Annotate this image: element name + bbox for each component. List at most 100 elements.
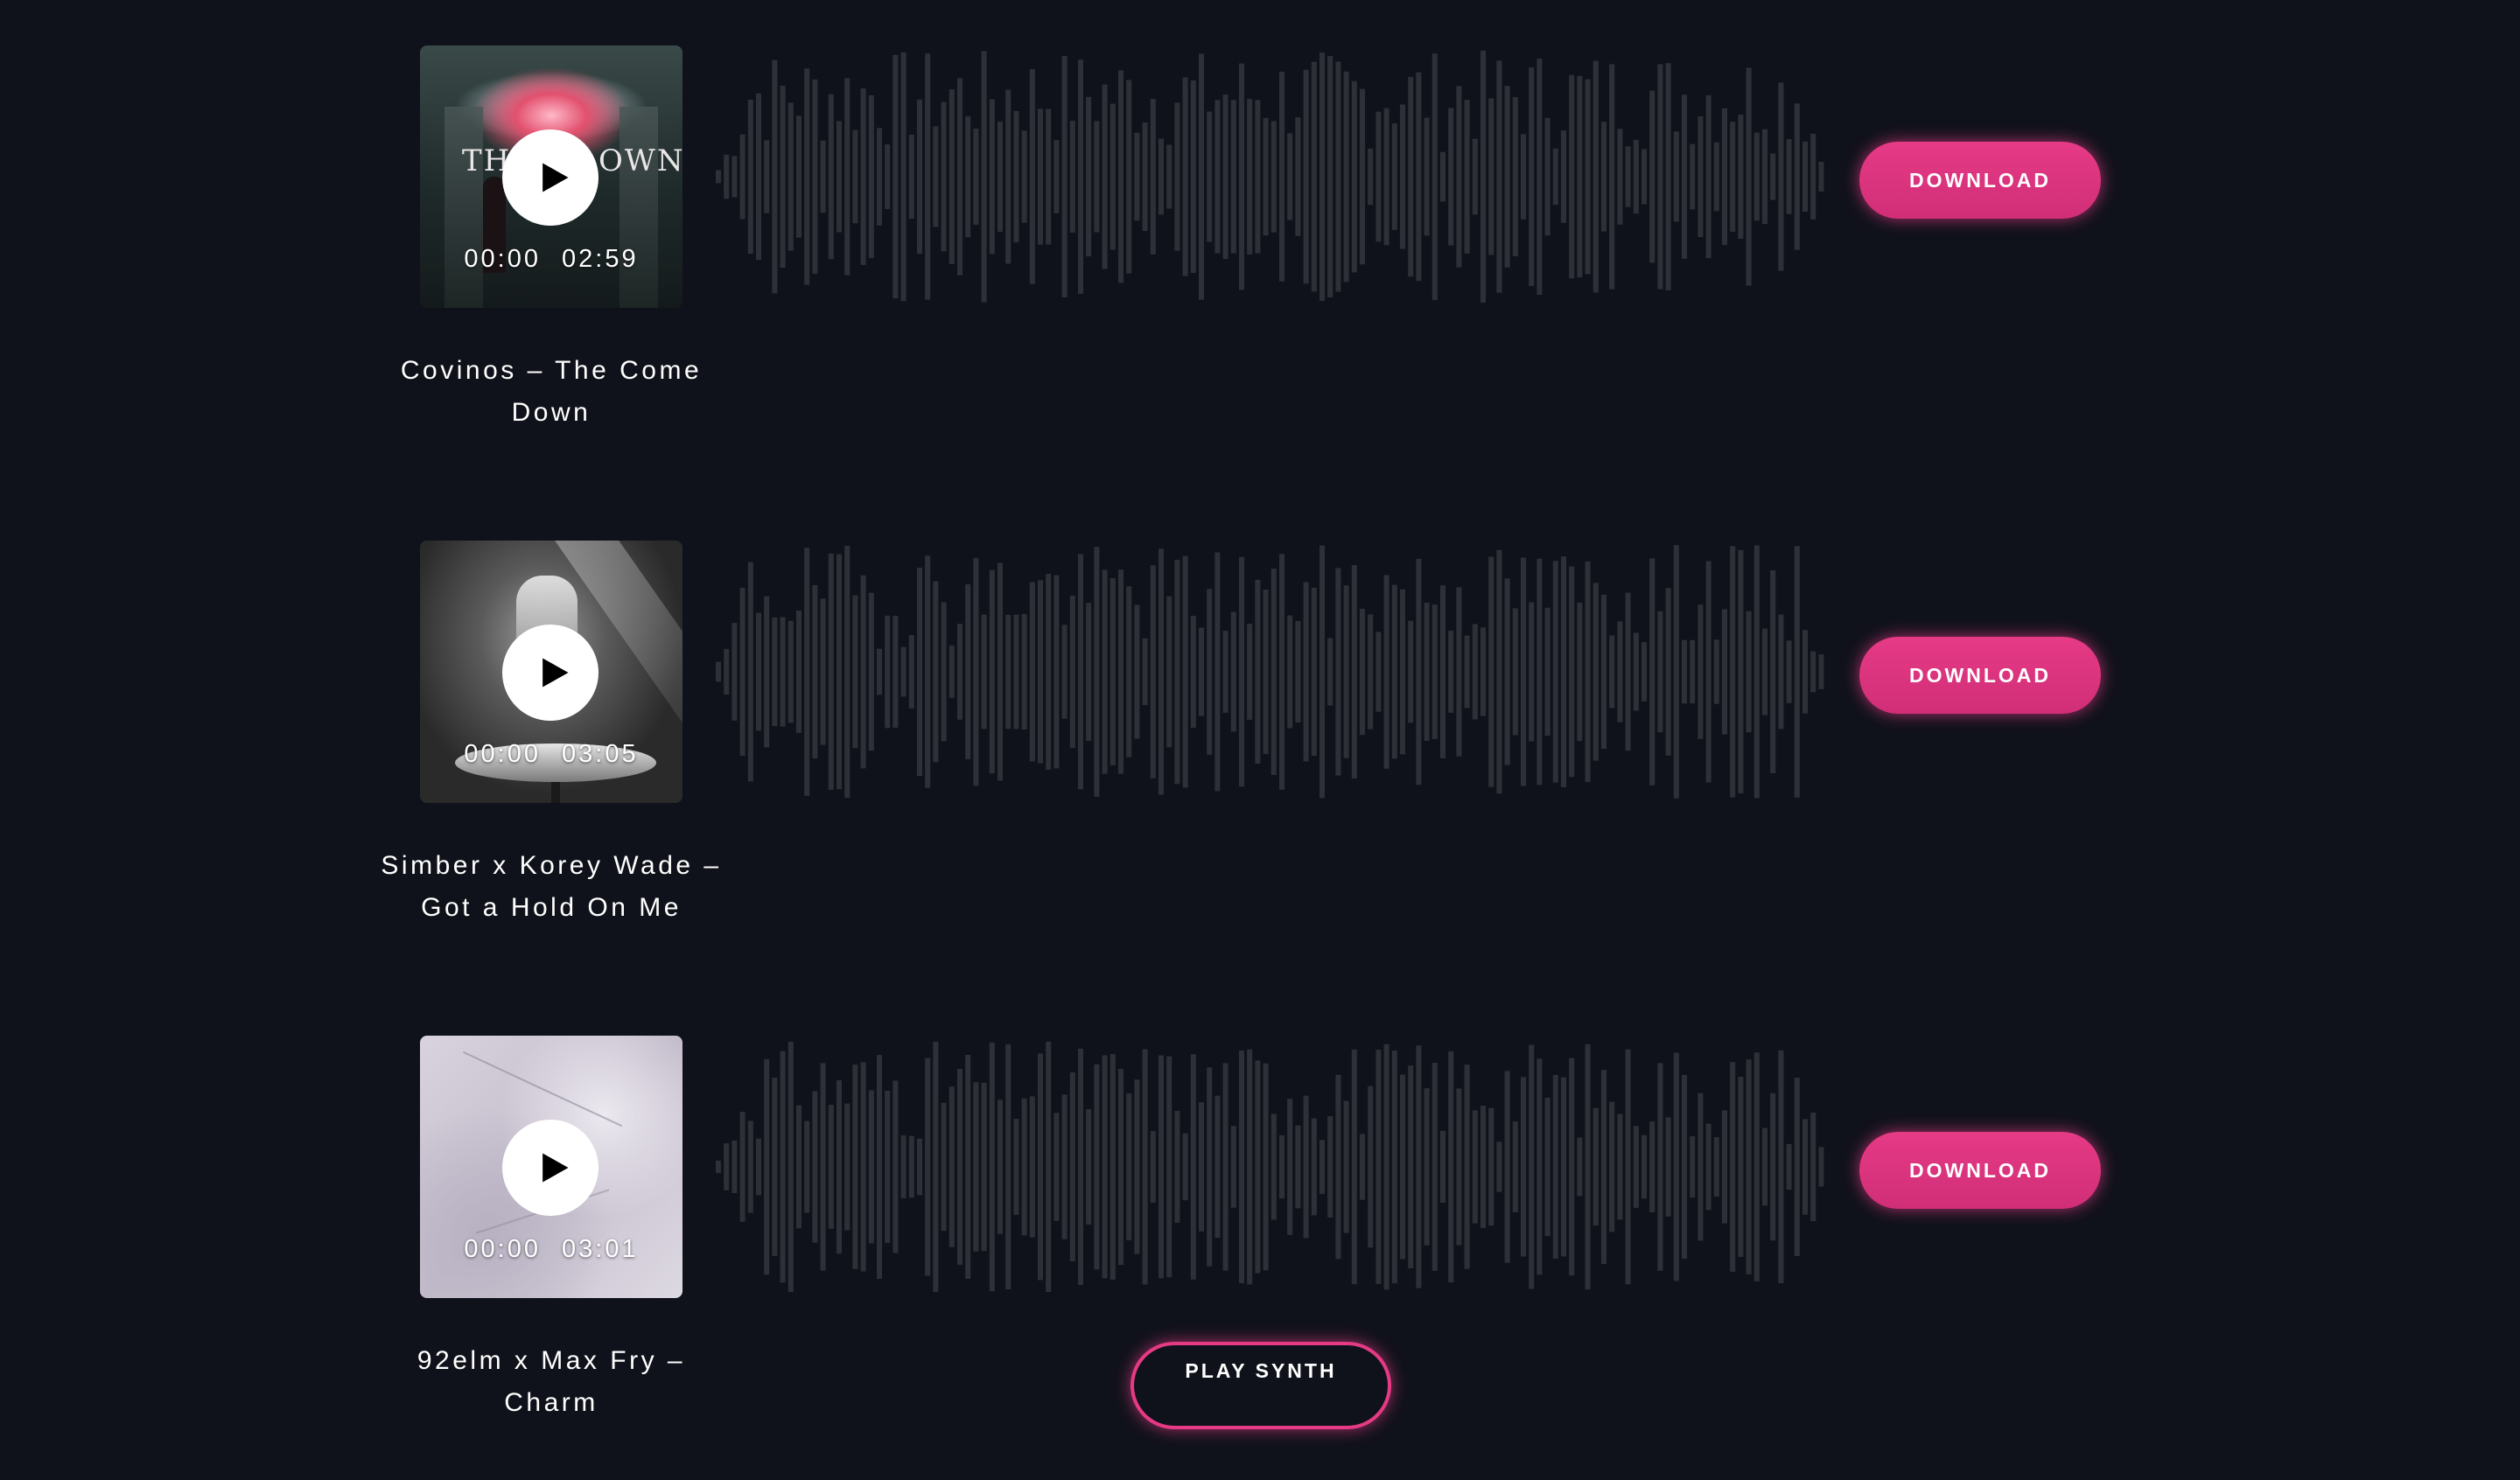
waveform-bar (1762, 129, 1768, 225)
waveform-bar (1657, 611, 1663, 733)
waveform-bar (1625, 1049, 1631, 1285)
waveform-bar (724, 648, 730, 695)
waveform-bar (1698, 116, 1704, 237)
waveform-bar (1376, 632, 1382, 712)
waveform-bar (804, 68, 810, 285)
waveform-bar (1730, 122, 1736, 232)
waveform-bar (1400, 589, 1405, 755)
waveform-bar (1078, 1048, 1083, 1285)
waveform-bar (1480, 50, 1486, 304)
waveform-bar (1577, 602, 1583, 742)
waveform-bar (973, 557, 979, 786)
waveform-bar (981, 51, 987, 303)
download-button[interactable]: DOWNLOAD (1859, 637, 2101, 714)
waveform-bar (1802, 1119, 1808, 1215)
waveform-bar (1222, 94, 1228, 259)
waveform-bar (1673, 545, 1679, 799)
play-button[interactable] (502, 129, 598, 226)
waveform-bar (941, 602, 947, 742)
waveform[interactable] (709, 45, 1838, 308)
waveform-bar (1705, 561, 1712, 783)
waveform-bar (739, 1112, 746, 1222)
waveform-bar (998, 1100, 1003, 1234)
waveform-bar (1521, 1077, 1526, 1257)
waveform-bar (1166, 1056, 1172, 1278)
waveform-bar (1190, 1054, 1196, 1280)
waveform-bar (1247, 1049, 1253, 1285)
waveform-bar (892, 1080, 899, 1253)
waveform-bar (1408, 620, 1414, 723)
waveform-bar (812, 584, 818, 759)
waveform-bar (1005, 615, 1012, 730)
waveform-bar (1504, 1071, 1510, 1263)
waveform-bar (1569, 566, 1575, 778)
waveform-bar (1029, 582, 1035, 762)
waveform-bar (933, 126, 939, 227)
waveform-bar (724, 154, 730, 199)
waveform-bar (852, 595, 858, 749)
waveform[interactable] (709, 1036, 1838, 1298)
waveform-bar (1682, 639, 1687, 704)
waveform-bar (1383, 1044, 1390, 1290)
waveform-bar (1802, 141, 1808, 213)
waveform-bar (1102, 569, 1108, 774)
waveform-bar (1730, 1062, 1736, 1272)
waveform-bar (948, 1086, 955, 1247)
waveform-bar (1150, 1131, 1156, 1203)
play-button[interactable] (502, 625, 598, 721)
waveform-bar (1094, 1064, 1100, 1270)
waveform-bar (1086, 603, 1092, 741)
waveform[interactable] (709, 541, 1838, 803)
waveform-bar (1746, 1059, 1752, 1274)
waveform-bar (732, 623, 738, 721)
waveform-bar (1255, 1060, 1261, 1274)
waveform-bar (1536, 558, 1543, 785)
waveform-bar (925, 53, 931, 300)
waveform-bar (1730, 546, 1736, 798)
waveform-bar (739, 134, 746, 220)
play-icon (542, 1153, 569, 1183)
waveform-bar (1166, 596, 1172, 748)
download-button[interactable]: DOWNLOAD (1859, 1132, 2101, 1209)
waveform-bar (900, 1135, 906, 1198)
waveform-bar (1754, 132, 1760, 221)
waveform-bar (1351, 1049, 1357, 1285)
waveform-bar (1488, 556, 1494, 787)
waveform-bar (1536, 1058, 1543, 1275)
waveform-bar (1005, 1044, 1012, 1289)
waveform-bar (716, 170, 721, 184)
time-display: 00:00 03:01 (420, 1235, 682, 1264)
waveform-bar (868, 1090, 874, 1244)
waveform-bar (1279, 554, 1284, 790)
play-button[interactable] (502, 1120, 598, 1216)
waveform-bar (908, 1135, 914, 1198)
waveform-bar (1408, 77, 1414, 277)
waveform-bar (764, 140, 770, 213)
waveform-bar (885, 1091, 891, 1243)
waveform-bar (1625, 592, 1631, 751)
waveform-bar (933, 1042, 939, 1293)
waveform-bar (1214, 552, 1221, 792)
waveform-bar (1029, 69, 1035, 284)
waveform-bar (1287, 133, 1293, 220)
waveform-bar (1609, 635, 1615, 709)
waveform-bar (1649, 558, 1656, 785)
waveform-bar (1182, 555, 1188, 788)
play-icon (542, 658, 569, 688)
waveform-bar (1794, 546, 1800, 798)
waveform-bar (1207, 111, 1213, 242)
waveform-bar (1029, 1096, 1035, 1238)
waveform-bar (1182, 77, 1188, 276)
waveform-bar (1214, 1095, 1221, 1239)
waveform-bar (1222, 1063, 1228, 1271)
waveform-bar (1360, 88, 1365, 265)
waveform-bar (877, 1055, 882, 1279)
waveform-bar (1754, 545, 1760, 799)
waveform-bar (1625, 146, 1631, 207)
play-synth-button[interactable]: PLAY SYNTH (1130, 1342, 1391, 1429)
download-button[interactable]: DOWNLOAD (1859, 142, 2101, 219)
waveform-bar (1617, 621, 1623, 723)
waveform-bar (1335, 1074, 1341, 1260)
waveform-bar (1343, 585, 1349, 758)
waveform-bar (1182, 1133, 1188, 1201)
